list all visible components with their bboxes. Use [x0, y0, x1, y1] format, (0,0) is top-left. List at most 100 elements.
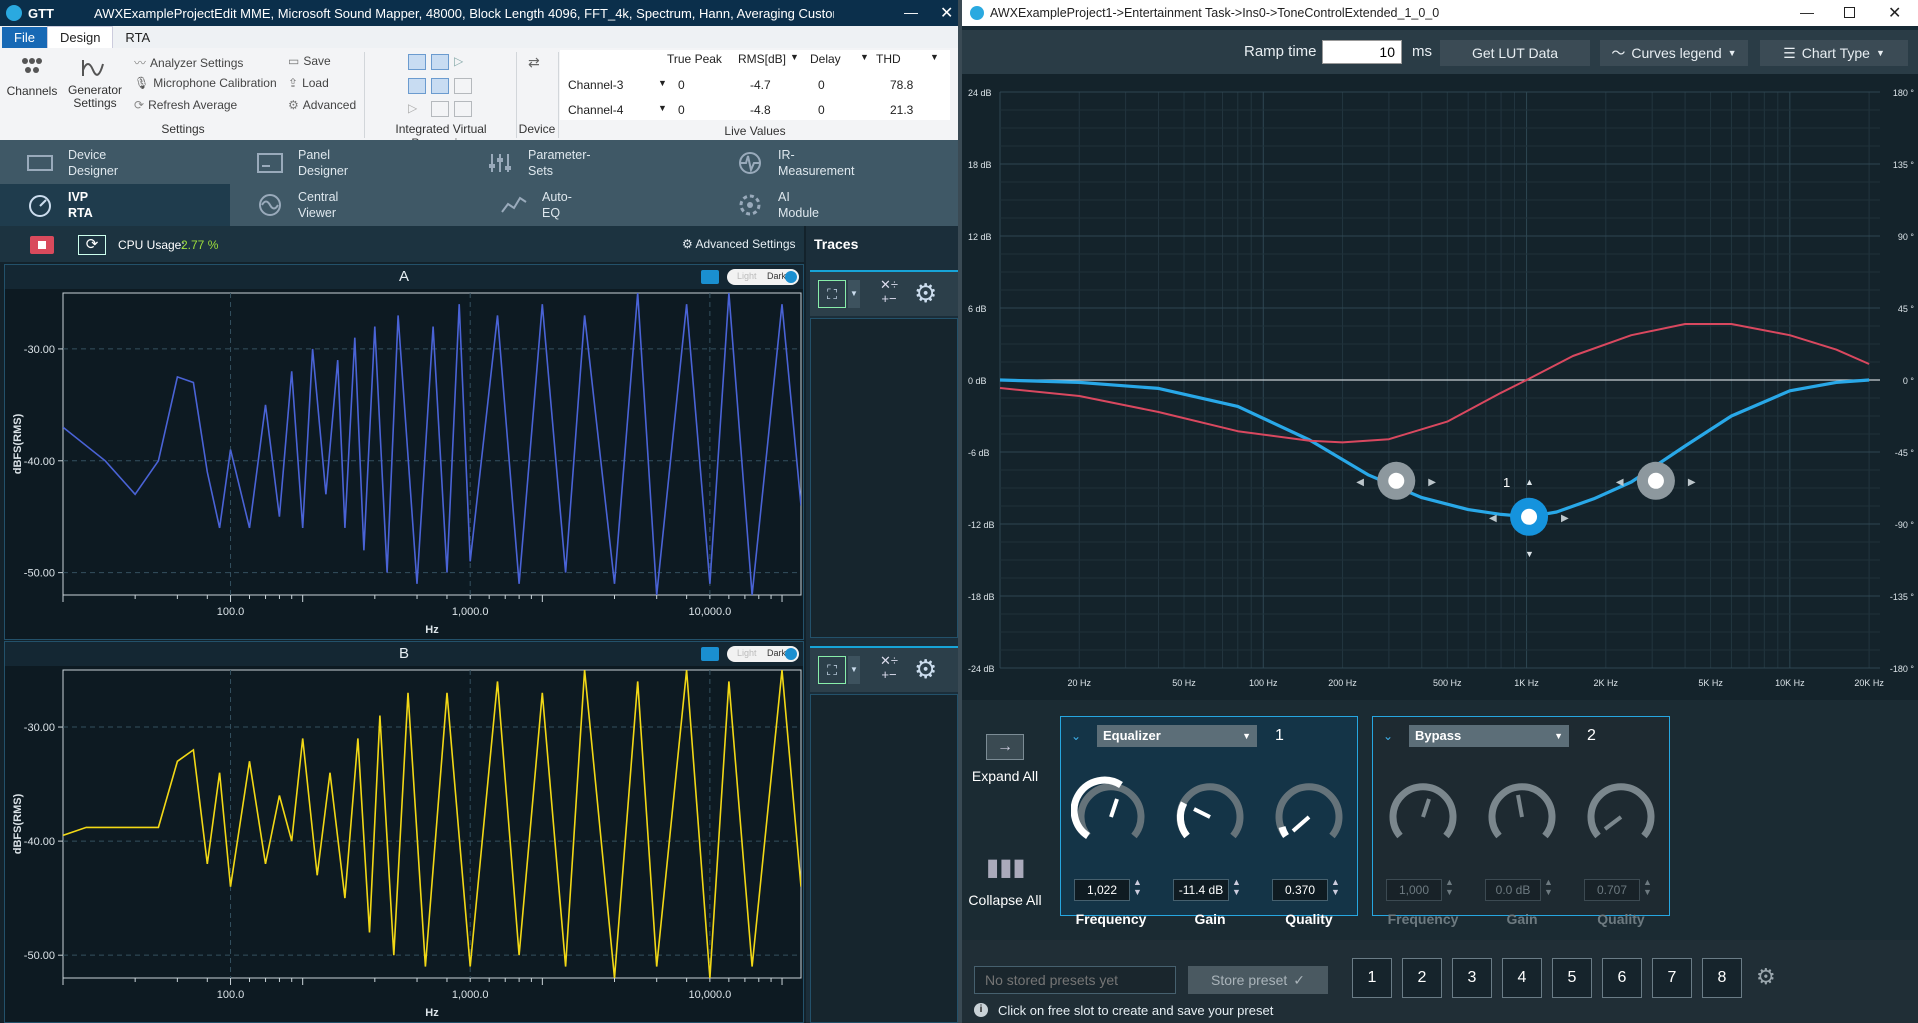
sort-icon[interactable]: ▼ [790, 52, 799, 62]
device-icon[interactable]: ⇄ [528, 54, 540, 71]
preset-slot-7[interactable]: 7 [1652, 958, 1692, 998]
stepper-icon[interactable]: ▲ ▼ [1232, 877, 1241, 897]
fit-view-button[interactable]: ⛶ [818, 280, 846, 308]
gain-knob[interactable] [1482, 773, 1562, 853]
stepper-icon[interactable]: ▲ ▼ [1331, 877, 1340, 897]
close-icon[interactable]: ✕ [1888, 3, 1901, 23]
preset-name-input[interactable] [974, 966, 1176, 994]
ramp-time-input[interactable] [1322, 40, 1402, 64]
minimize-icon[interactable]: — [904, 4, 918, 20]
collapse-all-button[interactable]: ▮▮▮ Collapse All [962, 846, 1048, 932]
ivp-tool-icon[interactable] [431, 54, 449, 70]
row-true-peak: 0 [678, 103, 685, 117]
chevron-down-icon: ▼ [1554, 731, 1563, 741]
frequency-knob[interactable] [1071, 773, 1151, 853]
nav-auto-eq[interactable]: Auto-EQ [474, 184, 710, 226]
chart-type-dropdown[interactable]: ☰ Chart Type ▼ [1760, 40, 1908, 66]
theme-toggle[interactable]: Light Dark [727, 646, 799, 662]
collapse-chevron-icon[interactable]: ⌄ [1071, 729, 1081, 743]
fit-view-button[interactable]: ⛶ [818, 656, 846, 684]
row-dropdown-icon[interactable]: ▼ [658, 103, 667, 113]
preset-slot-1[interactable]: 1 [1352, 958, 1392, 998]
camera-icon[interactable] [701, 647, 719, 661]
preset-slot-5[interactable]: 5 [1552, 958, 1592, 998]
preset-slot-3[interactable]: 3 [1452, 958, 1492, 998]
preset-slot-2[interactable]: 2 [1402, 958, 1442, 998]
advanced-settings-button[interactable]: ⚙ Advanced Settings [682, 237, 796, 251]
quality-knob[interactable] [1269, 773, 1349, 853]
spectrum-chart-a[interactable]: -30.00 -40.00 -50.00 100.0 1,000.0 10,000.0 Hz… [5, 289, 803, 639]
camera-icon[interactable] [701, 270, 719, 284]
expand-all-button[interactable]: → Expand All [962, 720, 1048, 806]
nav-ir-measurement[interactable]: IR-Measurement [710, 142, 958, 184]
frequency-value[interactable]: 1,000 [1386, 879, 1442, 901]
gain-value[interactable]: -11.4 dB [1173, 879, 1229, 901]
nav-ivp-rta[interactable]: IVP RTA [0, 184, 230, 226]
settings-gear-icon[interactable]: ⚙ [914, 278, 937, 309]
ivp-tool-icon[interactable] [431, 77, 449, 94]
generator-settings-button[interactable]: Generator Settings [64, 56, 126, 110]
theme-toggle[interactable]: Light Dark [727, 269, 799, 285]
settings-gear-icon[interactable]: ⚙ [914, 654, 937, 685]
collapse-chevron-icon[interactable]: ⌄ [1383, 729, 1393, 743]
gain-knob[interactable] [1170, 773, 1250, 853]
tab-rta[interactable]: RTA [113, 27, 162, 48]
ivp-tool-icon[interactable] [431, 101, 449, 118]
stepper-icon[interactable]: ▲ ▼ [1133, 877, 1142, 897]
stepper-icon[interactable]: ▲ ▼ [1643, 877, 1652, 897]
quality-knob[interactable] [1581, 773, 1661, 853]
quality-value[interactable]: 0.370 [1272, 879, 1328, 901]
stepper-icon[interactable]: ▲ ▼ [1445, 877, 1454, 897]
analyzer-settings-button[interactable]: 〰 Analyzer Settings [134, 54, 243, 71]
row-dropdown-icon[interactable]: ▼ [658, 78, 667, 88]
ivp-tool-icon[interactable] [454, 101, 472, 118]
sort-icon[interactable]: ▼ [860, 52, 869, 62]
spectrum-chart-b[interactable]: -30.00 -40.00 -50.00 100.0 1,000.0 10,000.0 Hz… [5, 666, 803, 1022]
x-tick-label: 500 Hz [1433, 678, 1462, 688]
channels-button[interactable]: Channels [6, 56, 58, 98]
save-button[interactable]: ▭ Save [288, 54, 331, 68]
toggle-knob [785, 648, 797, 660]
tab-file[interactable]: File [2, 27, 47, 48]
load-button[interactable]: ⇪ Load [288, 76, 329, 90]
preset-slot-6[interactable]: 6 [1602, 958, 1642, 998]
preset-settings-gear-icon[interactable]: ⚙ [1756, 964, 1776, 990]
tab-design[interactable]: Design [46, 26, 114, 48]
nav-parameter-sets[interactable]: Parameter-Sets [460, 142, 710, 184]
stepper-icon[interactable]: ▲ ▼ [1544, 877, 1553, 897]
nav-device-designer[interactable]: Device Designer [0, 142, 230, 184]
curves-legend-dropdown[interactable]: 〜 Curves legend ▼ [1600, 40, 1748, 66]
eq-curve-chart[interactable]: 24 dB 18 dB 12 dB 6 dB 0 dB -6 dB -12 dB -18 dB… [962, 74, 1918, 700]
advanced-button[interactable]: ⚙ Advanced [288, 98, 356, 112]
maximize-icon[interactable] [1844, 7, 1855, 18]
frequency-knob[interactable] [1383, 773, 1463, 853]
gain-value[interactable]: 0.0 dB [1485, 879, 1541, 901]
dropdown-icon[interactable]: ▼ [848, 280, 860, 308]
preset-slot-4[interactable]: 4 [1502, 958, 1542, 998]
store-preset-button[interactable]: Store preset ✓ [1188, 966, 1328, 994]
preset-slot-8[interactable]: 8 [1702, 958, 1742, 998]
ivp-play-icon[interactable]: ▷ [408, 101, 426, 120]
get-lut-data-button[interactable]: Get LUT Data [1440, 40, 1590, 66]
nav-central-viewer[interactable]: Central Viewer [230, 184, 480, 226]
filter-type-dropdown[interactable]: Bypass ▼ [1409, 725, 1569, 747]
microphone-calibration-button[interactable]: 🎙 Microphone Calibration [134, 76, 277, 90]
refresh-button[interactable]: ⟳ [78, 235, 106, 255]
sort-icon[interactable]: ▼ [930, 52, 939, 62]
nav-panel-designer[interactable]: Panel Designer [230, 142, 460, 184]
table-row: Channel-3 ▼ 0 -4.7 0 78.8 [568, 78, 948, 96]
refresh-average-button[interactable]: ⟳ Refresh Average [134, 98, 237, 112]
frequency-value[interactable]: 1,022 [1074, 879, 1130, 901]
ivp-tool-icon[interactable] [408, 77, 426, 94]
dropdown-icon[interactable]: ▼ [848, 656, 860, 684]
math-icon[interactable]: ✕÷ +− [874, 278, 904, 306]
ivp-tool-icon[interactable] [408, 54, 426, 70]
quality-value[interactable]: 0.707 [1584, 879, 1640, 901]
nav-ai-module[interactable]: AI Module [710, 184, 958, 226]
minimize-icon[interactable]: — [1800, 4, 1814, 20]
ivp-play-icon[interactable]: ▷ [454, 54, 472, 73]
filter-type-dropdown[interactable]: Equalizer ▼ [1097, 725, 1257, 747]
close-icon[interactable]: ✕ [940, 3, 953, 23]
math-icon[interactable]: ✕÷ +− [874, 654, 904, 682]
ivp-tool-icon[interactable] [454, 77, 472, 94]
